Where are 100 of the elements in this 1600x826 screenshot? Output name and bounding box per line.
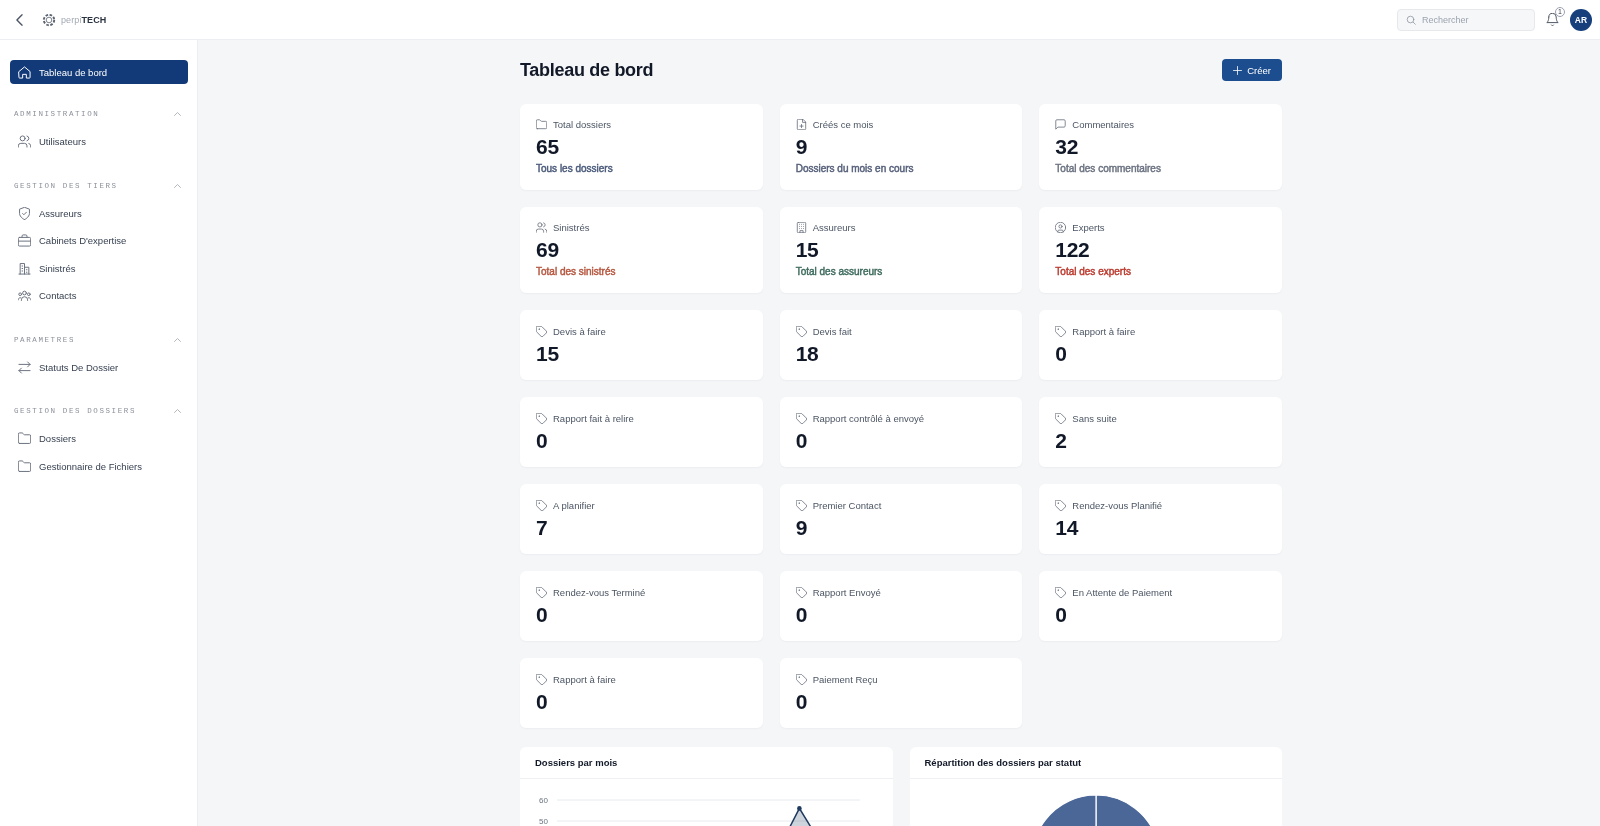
stat-label: Créés ce mois: [812, 118, 874, 130]
chart-title: Dossiers par mois: [535, 757, 618, 768]
status-count: 0: [536, 429, 548, 453]
sidebar-item[interactable]: Tableau de bord: [10, 60, 188, 84]
chevron-up-icon[interactable]: [174, 183, 181, 188]
users-icon: [536, 221, 547, 233]
status-count: 0: [795, 603, 808, 627]
status-count: 0: [795, 690, 808, 714]
stat-caption: Tous les dossiers: [536, 163, 613, 175]
status-count: 7: [536, 516, 548, 540]
file-plus-icon: [795, 118, 807, 130]
tag-icon: [795, 586, 807, 598]
status-label: Rapport à faire: [553, 673, 616, 685]
folder-icon: [18, 459, 31, 473]
search-field[interactable]: Rechercher: [1397, 8, 1535, 31]
status-label: Devis à faire: [553, 325, 606, 337]
tag-icon: [536, 412, 547, 424]
status-count: 0: [536, 690, 548, 714]
stat-label: Total dossiers: [553, 118, 612, 130]
logo-text: perpiTECH: [61, 14, 107, 25]
status-label: Paiement Reçu: [812, 673, 878, 685]
tag-icon: [795, 412, 807, 424]
stat-label: Experts: [1072, 221, 1105, 233]
stat-value: 9: [795, 135, 808, 159]
status-count: 0: [1055, 603, 1067, 627]
status-label: Rendez-vous Planifié: [1072, 499, 1163, 511]
status-label: Rendez-vous Terminé: [553, 586, 646, 598]
stat-caption: Dossiers du mois en cours: [795, 163, 914, 175]
chevron-up-icon[interactable]: [174, 409, 181, 413]
page-title: Tableau de bord: [520, 59, 654, 81]
status-label: Rapport à faire: [1072, 325, 1136, 337]
tag-icon: [536, 673, 547, 685]
home-icon: [18, 65, 31, 79]
briefcase-icon: [18, 234, 31, 248]
stat-label: Sinistrés: [553, 221, 590, 233]
status-label: Premier Contact: [812, 499, 882, 511]
status-count: 0: [1055, 342, 1067, 366]
sidebar-item[interactable]: Utilisateurs: [10, 128, 188, 156]
people-group-icon: [18, 289, 31, 303]
folder-icon: [536, 118, 547, 130]
tag-icon: [1055, 412, 1067, 424]
stat-value: 122: [1055, 238, 1090, 262]
tag-icon: [536, 586, 547, 598]
stat-caption: Total des commentaires: [1055, 163, 1161, 175]
buildings-icon: [18, 261, 31, 275]
tag-icon: [795, 673, 807, 685]
stat-label: Commentaires: [1072, 118, 1135, 130]
status-count: 15: [536, 342, 559, 366]
tag-icon: [536, 325, 547, 337]
stat-label: Assureurs: [812, 221, 856, 233]
status-count: 9: [795, 516, 808, 540]
axis-tick-label: 60: [539, 796, 548, 805]
tag-icon: [795, 325, 807, 337]
sidebar-item[interactable]: Cabinets D'expertise: [10, 227, 188, 255]
sidebar-item[interactable]: Contacts: [10, 282, 188, 310]
stat-value: 69: [536, 238, 559, 262]
chat-bubble-icon: [1055, 118, 1067, 130]
axis-tick-label: 50: [539, 817, 548, 826]
tag-icon: [1055, 586, 1067, 598]
logo-icon: [41, 11, 57, 28]
tag-icon: [1055, 499, 1067, 511]
stat-value: 15: [795, 238, 819, 262]
stat-value: 65: [536, 135, 559, 159]
sidebar-item[interactable]: Dossiers: [10, 425, 188, 453]
chevron-left-icon[interactable]: [16, 13, 23, 26]
chart-title: Répartition des dossiers par statut: [924, 757, 1082, 768]
status-label: Sans suite: [1072, 412, 1117, 424]
folder-icon: [18, 432, 31, 446]
users-icon: [18, 135, 31, 149]
status-label: En Attente de Paiement: [1072, 586, 1173, 598]
status-count: 0: [536, 603, 548, 627]
status-count: 14: [1055, 516, 1079, 540]
stat-caption: Total des sinistrés: [536, 266, 616, 278]
status-count: 0: [795, 429, 808, 453]
user-avatar[interactable]: AR: [1570, 8, 1592, 31]
status-label: Rapport contrôlé à envoyé: [812, 412, 925, 424]
swap-arrows-icon: [18, 360, 31, 374]
sidebar-item[interactable]: Sinistrés: [10, 254, 188, 282]
tag-icon: [795, 499, 807, 511]
create-button[interactable]: Créer: [1222, 59, 1282, 81]
tag-icon: [536, 499, 547, 511]
bell-icon[interactable]: [1546, 13, 1559, 26]
sidebar-item[interactable]: Statuts De Dossier: [10, 353, 188, 381]
status-label: Devis fait: [812, 325, 852, 337]
status-label: Rapport Envoyé: [812, 586, 881, 598]
status-label: Rapport fait à relire: [553, 412, 634, 424]
sidebar-item[interactable]: Gestionnaire de Fichiers: [10, 452, 188, 480]
status-label: A planifier: [553, 499, 595, 511]
building-icon: [795, 221, 807, 233]
chevron-up-icon[interactable]: [174, 112, 181, 116]
chevron-up-icon[interactable]: [174, 337, 181, 342]
status-count: 18: [795, 342, 819, 366]
tag-icon: [1055, 325, 1067, 337]
sidebar-item[interactable]: Assureurs: [10, 199, 188, 227]
plus-icon: [1233, 65, 1243, 75]
status-count: 2: [1055, 429, 1067, 453]
search-icon: [1406, 14, 1416, 25]
shield-check-icon: [18, 206, 31, 220]
stat-value: 32: [1055, 135, 1079, 159]
stat-caption: Total des experts: [1055, 266, 1131, 278]
